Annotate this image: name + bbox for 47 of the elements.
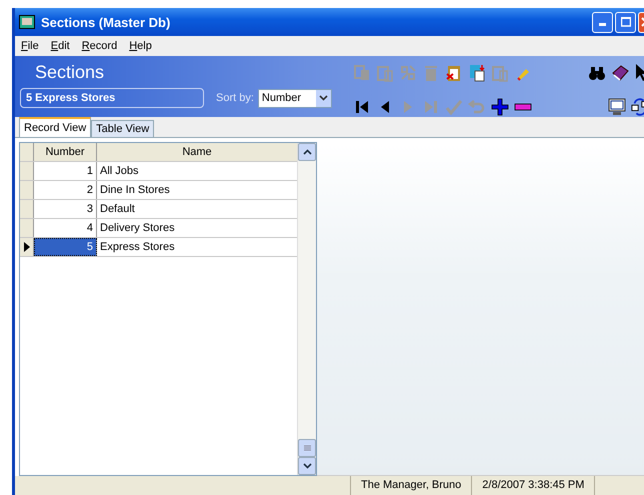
first-record-icon[interactable] [355,99,369,115]
status-text: The Manager, Bruno [350,476,472,495]
menu-item[interactable]: Record [82,40,118,52]
maximize-icon [620,17,630,27]
minimize-button[interactable] [592,12,613,32]
sort-label: Sort by: [216,92,254,104]
app-icon [19,15,35,29]
table-cell[interactable]: 5 [34,238,97,256]
previous-record-icon[interactable] [380,99,390,115]
minus-icon[interactable] [514,103,532,111]
maximize-button[interactable] [615,12,636,32]
table-cell[interactable]: Default [97,200,297,218]
tab[interactable]: Table View [91,120,154,137]
current-record-box: 5 Express Stores [20,88,204,108]
column-header[interactable]: Name [97,143,297,161]
monitor-icon[interactable] [608,98,626,116]
table-cell[interactable]: All Jobs [97,162,297,180]
column-header[interactable]: Number [34,143,97,161]
binoculars-icon[interactable] [588,65,606,81]
table-cell[interactable]: Delivery Stores [97,219,297,237]
current-row-icon [24,242,30,252]
table-cell[interactable]: Dine In Stores [97,181,297,199]
table-cell[interactable]: 4 [34,219,97,237]
menu-item[interactable]: Edit [50,40,70,52]
status-text: 2/8/2007 3:38:45 PM [471,476,594,495]
table-cell[interactable]: 1 [34,162,97,180]
clipboard-icon[interactable] [445,64,463,82]
scroll-up-icon[interactable] [302,149,312,155]
document-icon[interactable] [468,64,486,82]
row-header [20,143,34,161]
table-cell[interactable]: 2 [34,181,97,199]
table-cell[interactable]: Express Stores [97,238,297,256]
book-icon[interactable] [611,64,629,82]
row-header[interactable] [20,238,34,256]
tab[interactable]: Record View [19,117,92,137]
plus-icon[interactable] [491,98,509,116]
scroll-down-icon[interactable] [302,463,312,469]
sync-icon[interactable] [631,97,644,117]
section-title: Sections [34,62,106,83]
menu-item[interactable]: File [21,40,39,52]
caret-icon [318,95,328,101]
vertical-scrollbar[interactable] [297,143,316,475]
sort-dropdown[interactable]: Number [258,88,332,108]
menu-item[interactable]: Help [129,40,152,52]
scroll-grip-icon[interactable] [304,444,310,452]
window-title: Sections (Master Db) [41,14,172,30]
table-cell[interactable]: 3 [34,200,97,218]
